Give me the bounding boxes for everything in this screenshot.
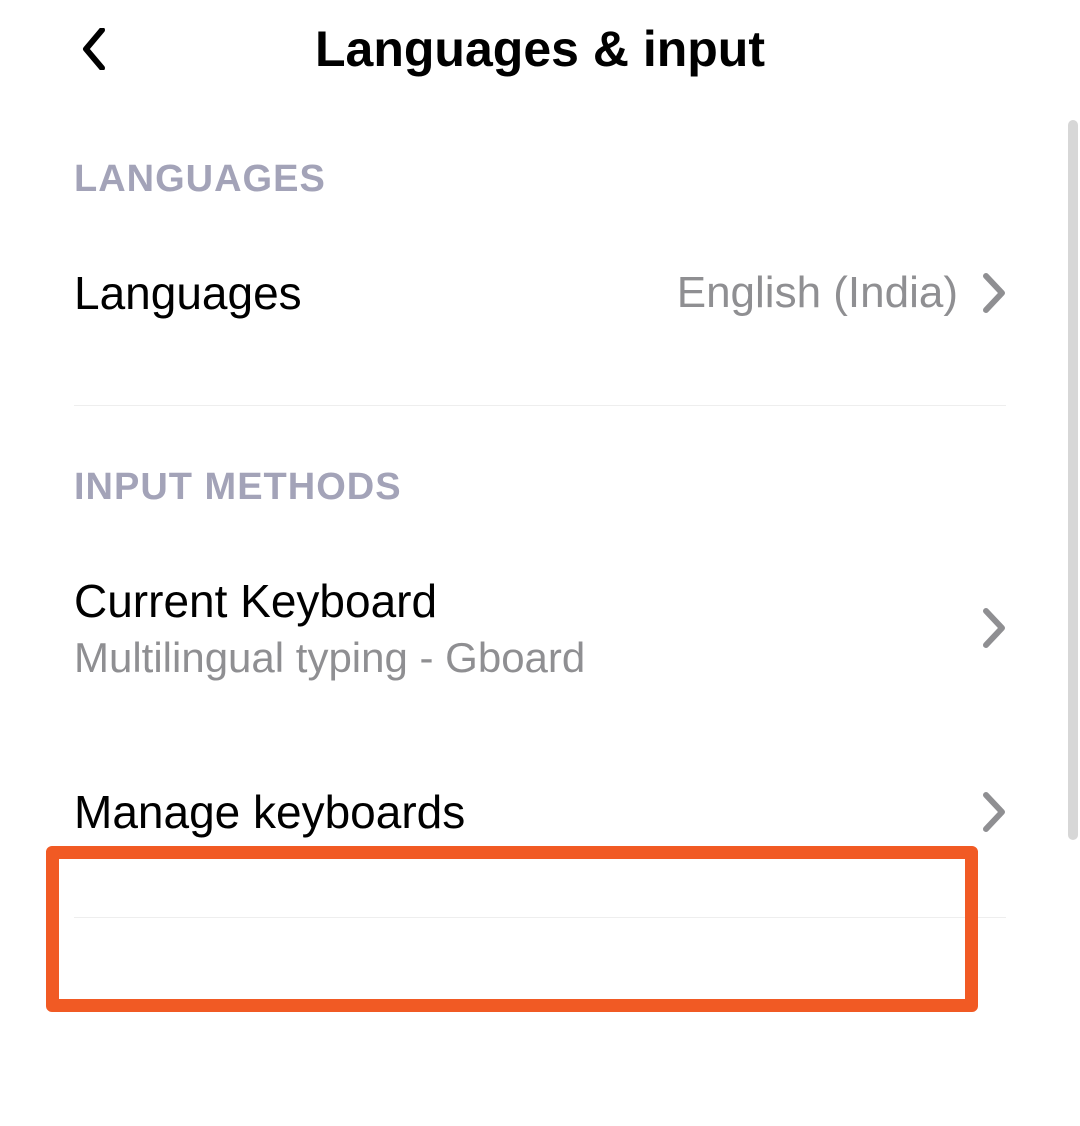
scrollbar-thumb[interactable] (1068, 120, 1078, 840)
row-label-languages: Languages (74, 266, 677, 320)
header-bar: Languages & input (0, 0, 1080, 118)
row-languages[interactable]: Languages English (India) (0, 211, 1080, 375)
row-manage-keyboards[interactable]: Manage keyboards (0, 737, 1080, 887)
row-value-languages: English (India) (677, 268, 958, 318)
divider (74, 917, 1006, 918)
row-current-keyboard[interactable]: Current Keyboard Multilingual typing - G… (0, 519, 1080, 737)
row-label-manage-keyboards: Manage keyboards (74, 785, 982, 839)
chevron-right-icon (982, 607, 1006, 649)
row-sub-current-keyboard: Multilingual typing - Gboard (74, 634, 982, 682)
row-text: Languages (74, 266, 677, 320)
chevron-right-icon (982, 272, 1006, 314)
row-text: Manage keyboards (74, 785, 982, 839)
row-label-current-keyboard: Current Keyboard (74, 574, 982, 628)
settings-screen: Languages & input LANGUAGES Languages En… (0, 0, 1080, 1126)
chevron-right-icon (982, 791, 1006, 833)
section-header-input-methods: INPUT METHODS (0, 406, 1080, 519)
section-header-languages: LANGUAGES (0, 118, 1080, 211)
page-title: Languages & input (74, 20, 1006, 78)
row-text: Current Keyboard Multilingual typing - G… (74, 574, 982, 682)
